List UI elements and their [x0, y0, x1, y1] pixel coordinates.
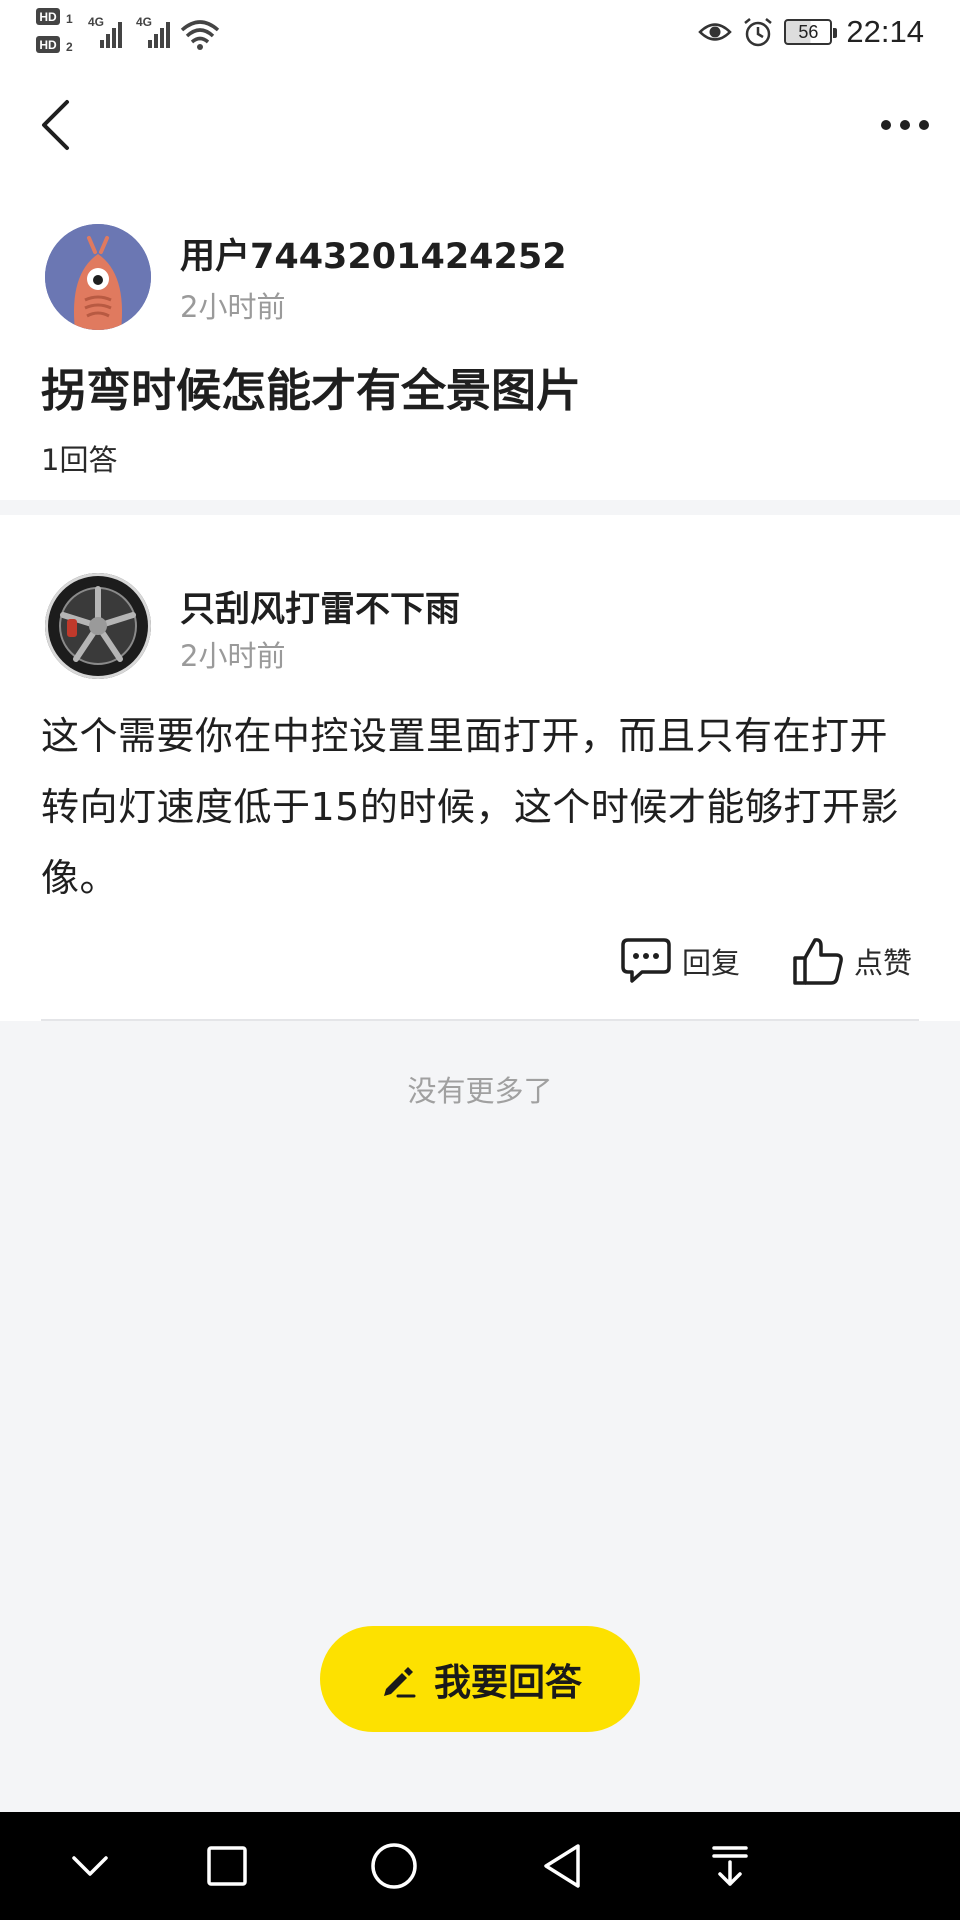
divider — [41, 1019, 919, 1021]
question-title: 拐弯时候怎能才有全景图片 — [41, 364, 582, 417]
question-time: 2小时前 — [180, 290, 286, 324]
more-button[interactable] — [870, 90, 940, 160]
wheel-avatar-icon — [45, 573, 151, 679]
more-dots-icon — [881, 120, 929, 130]
svg-text:4G: 4G — [88, 15, 104, 29]
clock: 22:14 — [846, 14, 924, 49]
battery-level: 56 — [798, 21, 819, 42]
creature-avatar-icon — [45, 224, 151, 330]
svg-text:2: 2 — [66, 40, 73, 54]
like-label: 点赞 — [853, 946, 912, 980]
alarm-icon — [744, 18, 773, 47]
circle-icon — [371, 1843, 417, 1889]
question-author-name[interactable]: 用户7443201424252 — [180, 228, 567, 279]
reply-label: 回复 — [681, 946, 740, 980]
reply-button[interactable]: 回复 — [620, 937, 740, 985]
write-answer-button[interactable]: 我要回答 — [320, 1626, 640, 1732]
answer-count: 1回答 — [41, 443, 118, 477]
pen-icon — [384, 1667, 416, 1698]
like-button[interactable]: 点赞 — [792, 936, 912, 986]
comment-icon — [621, 938, 671, 983]
write-answer-label: 我要回答 — [434, 1661, 582, 1704]
chevron-down-icon — [72, 1856, 108, 1876]
back-button[interactable] — [20, 90, 90, 160]
notification-pull-button[interactable] — [700, 1836, 760, 1896]
answer-author-name[interactable]: 只刮风打雷不下雨 — [180, 581, 460, 632]
answer-time: 2小时前 — [180, 639, 286, 673]
answer-author-avatar[interactable] — [45, 573, 151, 679]
triangle-back-icon — [544, 1844, 580, 1888]
collapse-button[interactable] — [60, 1836, 120, 1896]
question-author-avatar[interactable] — [45, 224, 151, 330]
signal-status-icons: HD 1 HD 2 4G 4G — [36, 8, 220, 54]
back-nav-button[interactable] — [532, 1836, 592, 1896]
chevron-left-icon — [42, 100, 69, 150]
answer-card: 只刮风打雷不下雨 2小时前 这个需要你在中控设置里面打开，而且只有在打开转向灯速… — [0, 515, 960, 1021]
svg-text:1: 1 — [66, 12, 73, 26]
home-button[interactable] — [364, 1836, 424, 1896]
thumbs-up-icon — [793, 938, 843, 985]
recents-button[interactable] — [197, 1836, 257, 1896]
eye-icon — [698, 23, 733, 41]
svg-text:HD: HD — [39, 10, 57, 24]
no-more-text: 没有更多了 — [407, 1074, 553, 1108]
system-nav-bar — [0, 1812, 960, 1920]
answer-body: 这个需要你在中控设置里面打开，而且只有在打开转向灯速度低于15的时候，这个时候才… — [41, 714, 899, 900]
status-right: 56 22:14 — [698, 10, 924, 54]
square-icon — [207, 1846, 247, 1886]
question-card: 用户7443201424252 2小时前 拐弯时候怎能才有全景图片 1回答 — [0, 184, 960, 500]
svg-text:4G: 4G — [136, 15, 152, 29]
top-nav-bar — [0, 64, 960, 184]
answer-actions: 回复 点赞 — [620, 933, 912, 989]
status-bar: HD 1 HD 2 4G 4G 56 22:14 — [0, 0, 960, 64]
svg-text:HD: HD — [39, 38, 57, 52]
battery-icon: 56 — [784, 19, 838, 45]
pull-down-icon — [712, 1846, 748, 1886]
